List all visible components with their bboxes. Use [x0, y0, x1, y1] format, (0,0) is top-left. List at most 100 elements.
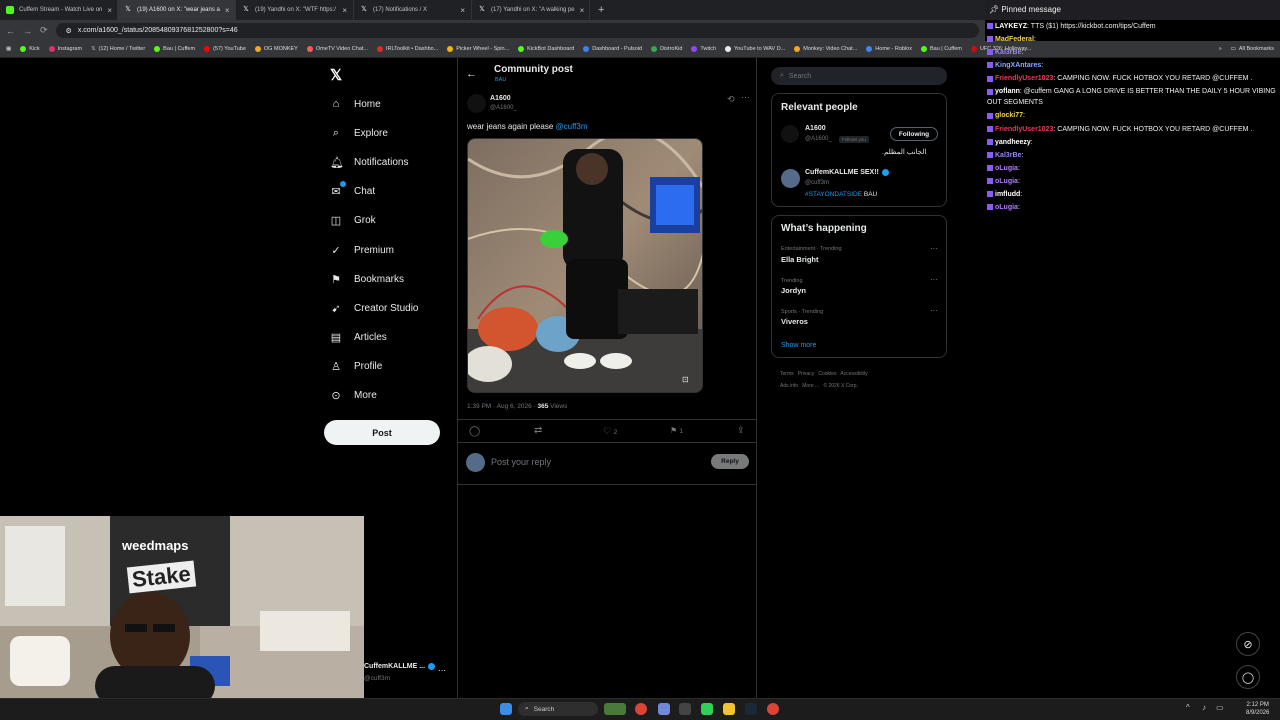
back-arrow-icon[interactable]: ←: [466, 68, 477, 80]
close-icon[interactable]: ×: [460, 6, 465, 15]
mic-icon[interactable]: ♪: [1202, 703, 1206, 712]
nav-more[interactable]: ⊙ More: [330, 385, 376, 405]
avatar[interactable]: [467, 94, 486, 113]
chat-username[interactable]: FriendlyUser1023: [995, 126, 1053, 133]
person-handle[interactable]: @A1600_: [805, 136, 832, 142]
bookmark-button[interactable]: ⚑ 1: [670, 426, 683, 435]
chat-username[interactable]: Kal3rBe: [995, 49, 1021, 56]
nav-notifications[interactable]: 🔔︎ Notifications: [330, 152, 408, 172]
more-options-icon[interactable]: ⋯: [930, 244, 938, 253]
browser-tab[interactable]: 𝕏 (19) Yandhi on X: "WTF https:/×: [236, 0, 354, 20]
obs-icon[interactable]: [679, 703, 691, 715]
nav-grok[interactable]: ◫ Grok: [330, 210, 376, 230]
close-icon[interactable]: ×: [580, 6, 585, 15]
chat-username[interactable]: KingXAntares: [995, 62, 1041, 69]
chat-username[interactable]: oLugia: [995, 178, 1018, 185]
browser-tab[interactable]: Cuffem Stream - Watch Live on ×: [0, 0, 118, 20]
bookmark[interactable]: Kick: [20, 46, 40, 52]
nav-explore[interactable]: ⌕ Explore: [330, 123, 388, 143]
bookmark[interactable]: Home - Roblox: [866, 46, 912, 52]
person-name[interactable]: A1600: [805, 125, 826, 132]
messages-floating-button[interactable]: ◯: [1236, 665, 1260, 689]
person-name[interactable]: CuffemKALLME SEX!!: [805, 169, 889, 176]
nav-profile[interactable]: ♙ Profile: [330, 356, 382, 376]
footer-link[interactable]: Terms: [780, 371, 794, 377]
close-icon[interactable]: ×: [342, 6, 347, 15]
following-button[interactable]: Following: [890, 127, 938, 141]
bookmark[interactable]: 𝕏 (12) Home / Twitter: [91, 46, 145, 52]
close-icon[interactable]: ×: [107, 6, 112, 15]
bookmark[interactable]: Instagram: [48, 46, 82, 52]
bookmark[interactable]: Picker Wheel - Spin...: [447, 46, 509, 52]
bookmark[interactable]: Dashboard - Pulsoid: [583, 46, 642, 52]
chat-username[interactable]: LAYKEYZ: [995, 23, 1027, 30]
chat-username[interactable]: yoflann: [995, 88, 1020, 95]
chat-username[interactable]: imfludd: [995, 191, 1020, 198]
like-button[interactable]: ♡ 2: [603, 426, 617, 437]
bookmark[interactable]: Bau | Cuffem: [920, 46, 962, 52]
reload-icon[interactable]: ⟳: [40, 25, 48, 36]
author-name[interactable]: A1600: [490, 95, 511, 102]
share-icon[interactable]: ⇪: [737, 425, 745, 436]
repost-icon[interactable]: ⇄: [534, 425, 542, 436]
author-handle[interactable]: @A1600_: [490, 105, 517, 111]
reply-input[interactable]: Post your reply: [491, 457, 551, 467]
chat-username[interactable]: MadFederal: [995, 36, 1034, 43]
bookmark[interactable]: DistroKid: [651, 46, 682, 52]
avatar[interactable]: [781, 169, 800, 188]
x-logo[interactable]: 𝕏: [330, 66, 342, 84]
nav-home[interactable]: ⌂ Home: [330, 94, 381, 114]
new-tab-button[interactable]: +: [590, 4, 612, 16]
grok-floating-button[interactable]: ⊘: [1236, 632, 1260, 656]
chrome-icon[interactable]: [767, 703, 779, 715]
forward-icon[interactable]: →: [23, 26, 32, 36]
bookmark[interactable]: KickBot Dashboard: [518, 46, 574, 52]
app-icon[interactable]: [701, 703, 713, 715]
clock[interactable]: 2:12 PM 8/9/2026: [1246, 701, 1269, 717]
chat-username[interactable]: oLugia: [995, 204, 1018, 211]
show-more-link[interactable]: Show more: [781, 342, 816, 349]
chrome-icon[interactable]: [635, 703, 647, 715]
person-handle[interactable]: @cuff3m: [805, 180, 829, 186]
discord-icon[interactable]: [658, 703, 670, 715]
avatar[interactable]: [466, 453, 485, 472]
hashtag-link[interactable]: #STAYONDATSIDE: [805, 191, 862, 198]
bookmark[interactable]: IRLToolkit • Dashbo...: [377, 46, 438, 52]
reply-button[interactable]: Reply: [711, 454, 749, 469]
post-button[interactable]: Post: [324, 420, 440, 445]
more-options-icon[interactable]: ⋯: [930, 306, 938, 315]
steam-icon[interactable]: [745, 703, 757, 715]
widgets-icon[interactable]: [604, 703, 626, 715]
bookmark[interactable]: Monkey: Video Chat...: [794, 46, 857, 52]
account-switcher[interactable]: CuffemKALLME ...: [364, 663, 436, 670]
chat-username[interactable]: Kal3rBe: [995, 152, 1021, 159]
tray-chevron-icon[interactable]: ^: [1186, 703, 1190, 712]
bookmark[interactable]: YouTube to WAV D...: [725, 46, 785, 52]
mention-link[interactable]: @cuff3m: [556, 122, 588, 131]
more-options-icon[interactable]: ⋯: [741, 92, 750, 103]
search-input[interactable]: ⌕ Search: [771, 67, 947, 85]
file-explorer-icon[interactable]: [723, 703, 735, 715]
nav-premium[interactable]: ✓ Premium: [330, 240, 394, 260]
url-field[interactable]: ⚙ x.com/a1600_/status/2085480937681252800…: [55, 23, 979, 38]
nav-articles[interactable]: ▤ Articles: [330, 327, 387, 347]
chat-username[interactable]: FriendlyUser1023: [995, 75, 1053, 82]
grok-icon[interactable]: ⟲: [727, 94, 735, 105]
bookmark[interactable]: (57) YouTube: [204, 46, 246, 52]
browser-tab[interactable]: 𝕏 (17) Notifications / X ×: [354, 0, 472, 20]
media-tag-icon[interactable]: ⊡: [682, 375, 689, 384]
chat-username[interactable]: yandheezy: [995, 139, 1031, 146]
taskbar-search[interactable]: ⌕ Search: [518, 702, 598, 716]
chat-username[interactable]: glocki77: [995, 112, 1023, 119]
nav-chat[interactable]: ✉ Chat: [330, 180, 375, 201]
more-options-icon[interactable]: ⋯: [438, 666, 446, 675]
back-icon[interactable]: ←: [6, 26, 15, 36]
trend-name[interactable]: Viveros: [781, 317, 808, 326]
bookmark[interactable]: Bau | Cuffem: [154, 46, 195, 52]
bookmark[interactable]: OG MONKEY: [254, 46, 298, 52]
bookmark[interactable]: Twitch: [691, 46, 716, 52]
avatar[interactable]: [781, 125, 799, 143]
browser-tab[interactable]: 𝕏 (19) A1600 on X: "wear jeans a ×: [118, 0, 236, 20]
post-media[interactable]: ⊡: [467, 138, 703, 393]
footer-link[interactable]: Privacy: [798, 371, 814, 377]
